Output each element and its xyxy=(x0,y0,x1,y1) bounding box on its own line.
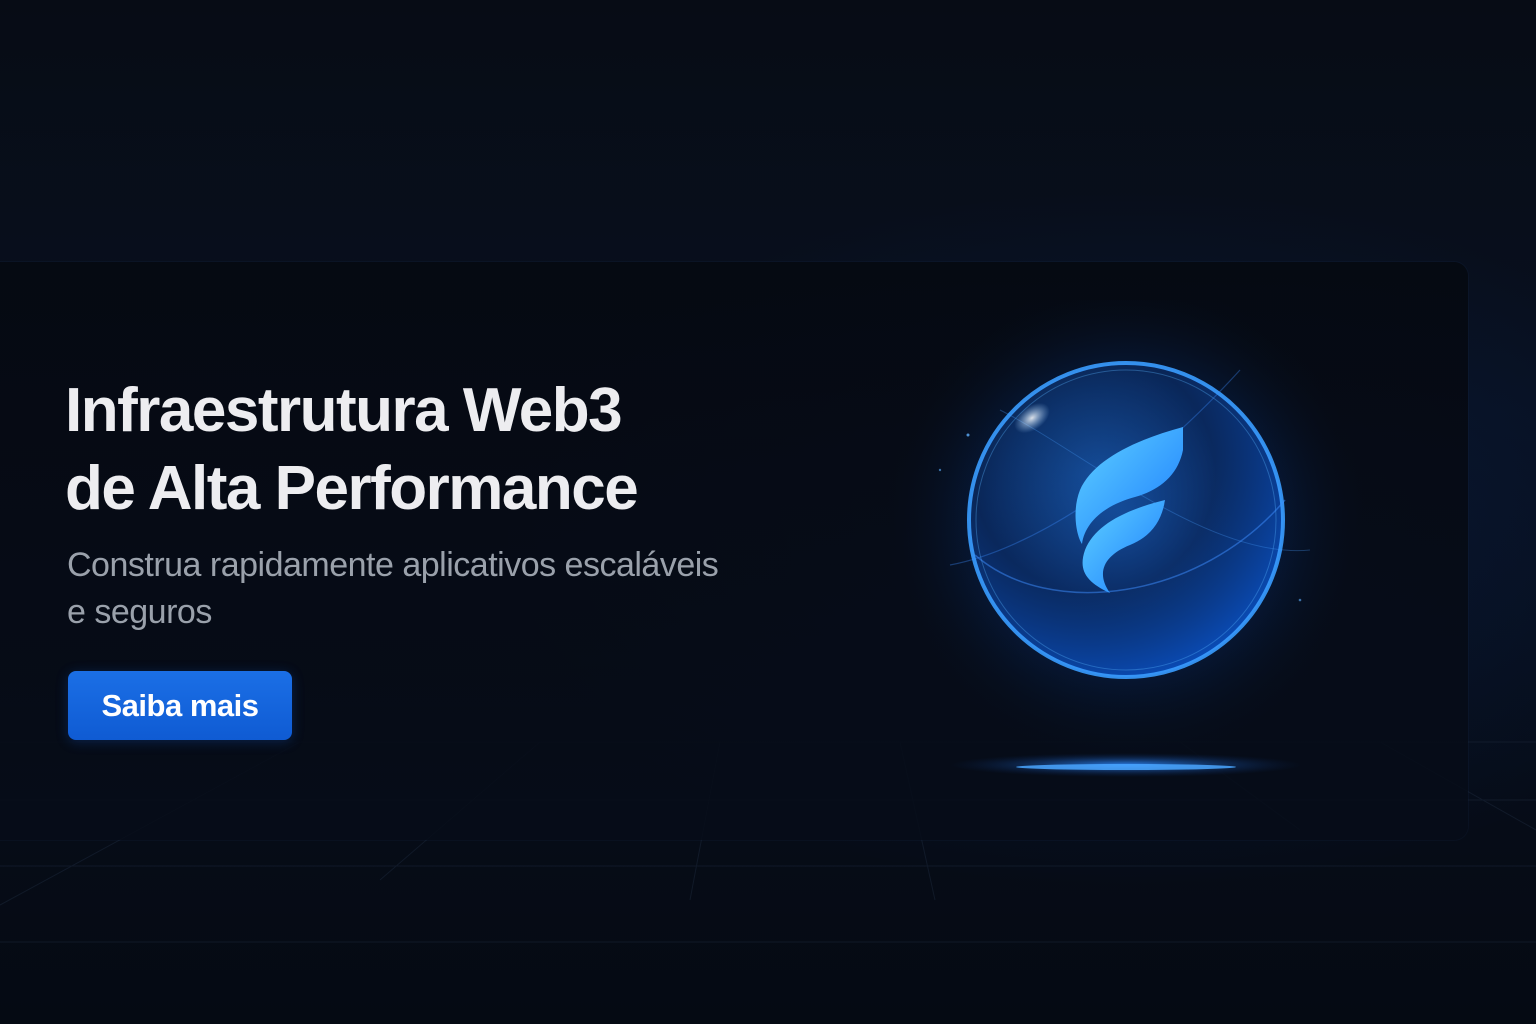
hero-title: Infraestrutura Web3 de Alta Performance xyxy=(65,372,825,528)
hero-title-line-2: de Alta Performance xyxy=(65,454,639,523)
saiba-mais-button[interactable]: Saiba mais xyxy=(68,671,292,740)
landing-page: Infraestrutura Web3 de Alta Performance … xyxy=(0,0,1536,1024)
hero-subtitle-line-2: e seguros xyxy=(67,593,212,631)
hero-title-line-1: Infraestrutura Web3 xyxy=(65,376,623,445)
hero-subtitle-line-1: Construa rapidamente aplicativos escaláv… xyxy=(67,546,719,584)
hero-text-block: Infraestrutura Web3 de Alta Performance … xyxy=(65,372,825,636)
flame-f-logo-icon xyxy=(886,300,1366,777)
logo-orb xyxy=(880,300,1380,820)
hero-subtitle: Construa rapidamente aplicativos escaláv… xyxy=(67,542,825,636)
